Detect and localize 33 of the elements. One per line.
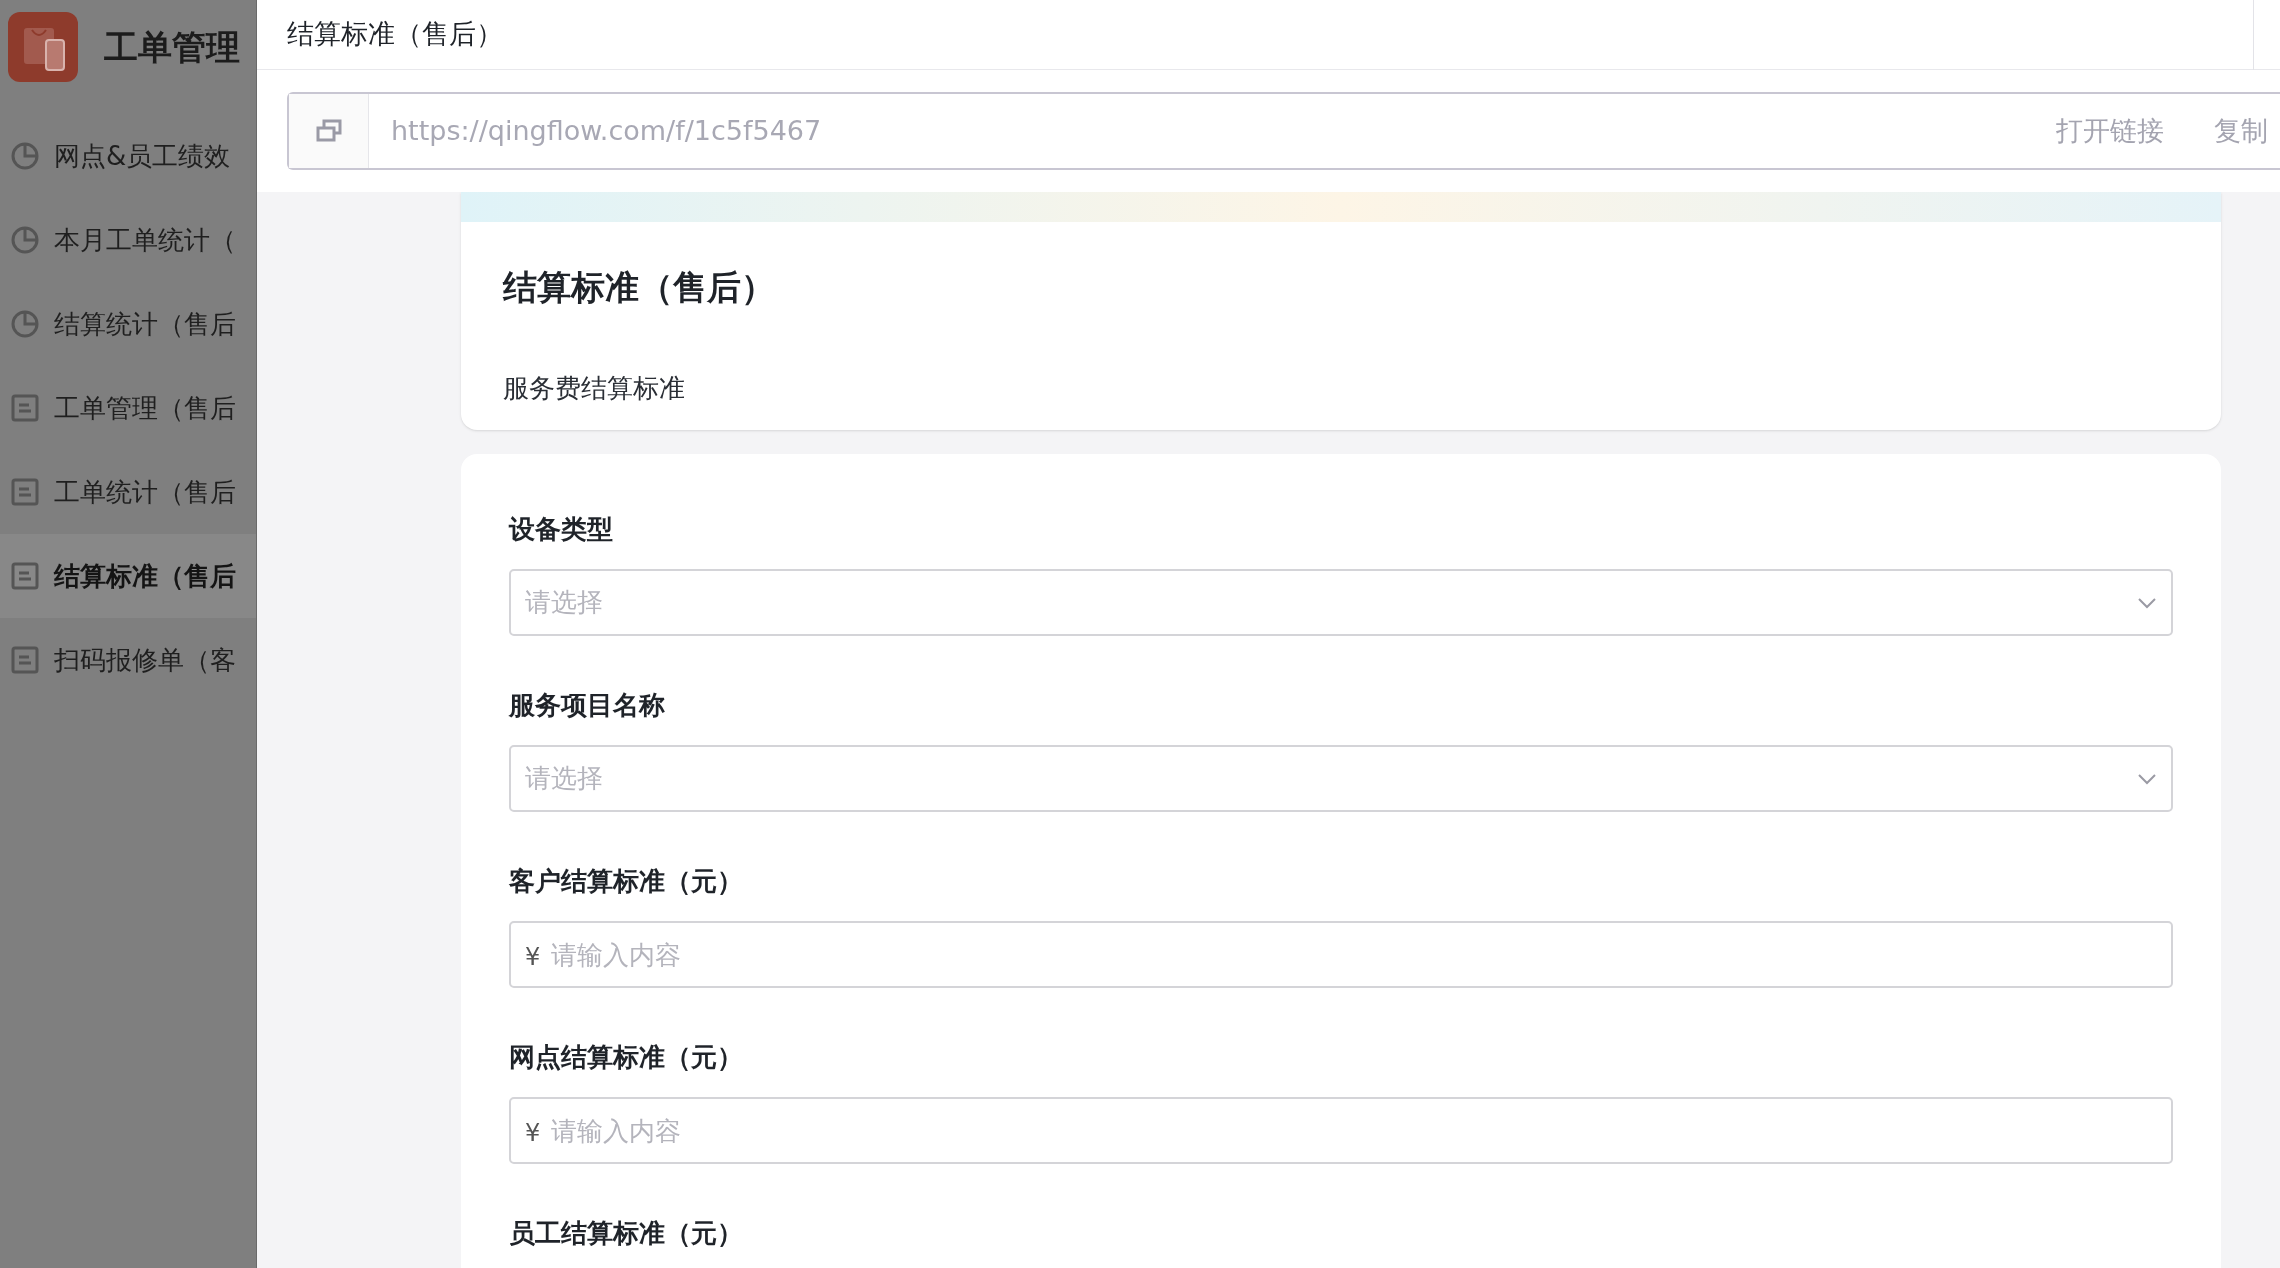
form-description: 服务费结算标准: [503, 372, 686, 405]
app-title: 工单管理: [104, 25, 240, 69]
sidebar-item[interactable]: 本月工单统计（: [0, 198, 256, 282]
field-label: 服务项目名称: [509, 689, 666, 722]
field-label: 设备类型: [509, 513, 614, 546]
field-label: 客户结算标准（元）: [509, 865, 744, 898]
document-icon: [10, 561, 40, 591]
sidebar-item[interactable]: 工单管理（售后: [0, 366, 256, 450]
sidebar-item[interactable]: 结算标准（售后: [0, 534, 256, 618]
chevron-down-icon: [2137, 772, 2157, 785]
chevron-down-icon: [2137, 596, 2157, 609]
document-icon: [10, 645, 40, 675]
sidebar-item[interactable]: 结算统计（售后: [0, 282, 256, 366]
form-title: 结算标准（售后）: [503, 266, 776, 309]
panel-title: 结算标准（售后）: [287, 17, 503, 52]
field-label: 网点结算标准（元）: [509, 1041, 744, 1074]
link-action-button[interactable]: 复制: [2214, 110, 2268, 152]
pie-chart-icon: [10, 225, 40, 255]
link-field[interactable]: https://qingflow.com/f/1c5f5467 打开链接 复制: [287, 92, 2280, 170]
app-logo-icon: [8, 12, 78, 82]
document-icon: [10, 393, 40, 423]
pie-chart-icon: [10, 141, 40, 171]
currency-symbol: ¥: [525, 1118, 541, 1149]
currency-symbol: ¥: [525, 942, 541, 973]
url-text: https://qingflow.com/f/1c5f5467: [391, 113, 823, 148]
document-icon: [10, 477, 40, 507]
link-action-button[interactable]: 打开链接: [2056, 110, 2164, 152]
copy-icon: [314, 119, 343, 143]
pie-chart-icon: [10, 309, 40, 339]
sidebar-item[interactable]: 网点&员工绩效: [0, 114, 256, 198]
sidebar-item[interactable]: 扫码报修单（客: [0, 618, 256, 702]
field-label: 员工结算标准（元）: [509, 1217, 744, 1250]
sidebar-item[interactable]: 工单统计（售后: [0, 450, 256, 534]
